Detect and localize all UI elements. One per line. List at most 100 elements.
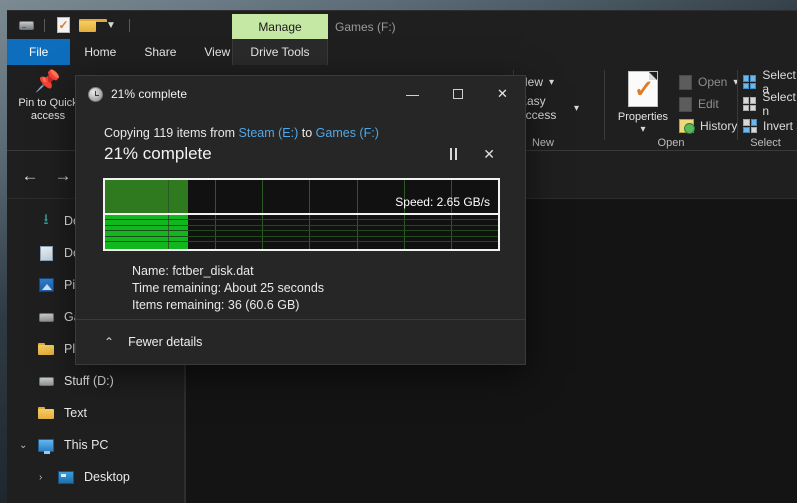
history-button[interactable]: History xyxy=(679,115,738,137)
chevron-down-icon: ▾ xyxy=(640,124,646,135)
detail-time-key: Time remaining: xyxy=(132,281,222,295)
ribbon-divider-open xyxy=(604,70,605,140)
folder-icon xyxy=(37,405,55,421)
open-icon xyxy=(679,74,692,90)
sidebar-item-text[interactable]: Text xyxy=(7,397,184,429)
ribbon-group-open: Properties ▾ Open ▾ Edit Histo xyxy=(607,65,738,151)
maximize-button[interactable] xyxy=(435,76,480,112)
copy-prefix: Copying 119 items from xyxy=(104,126,239,140)
ribbon-group-select: Select a Select n Invert s Select xyxy=(743,65,797,151)
select-none-icon xyxy=(743,97,757,111)
speed-graph-top: Speed: 2.65 GB/s xyxy=(105,180,498,215)
cancel-icon[interactable]: ✕ xyxy=(483,146,495,163)
properties-icon xyxy=(628,71,658,107)
speed-graph-bottom xyxy=(105,214,498,249)
sidebar-item-stuff-d[interactable]: Stuff (D:) xyxy=(7,365,184,397)
sidebar-item-desktop[interactable]: › Desktop xyxy=(7,461,184,493)
tab-drive-tools[interactable]: Drive Tools xyxy=(232,39,328,65)
folder-icon xyxy=(37,341,55,357)
ribbon-group-new: New ▾ Easy access ▾ New xyxy=(519,65,579,151)
invert-selection-button[interactable]: Invert s xyxy=(743,115,797,137)
back-button[interactable]: ← xyxy=(19,165,41,187)
sidebar-item-this-pc[interactable]: ⌄ This PC xyxy=(7,429,184,461)
dialog-title: 21% complete xyxy=(111,87,188,101)
detail-time-row: Time remaining: About 25 seconds xyxy=(132,280,503,297)
tab-share[interactable]: Share xyxy=(130,39,190,65)
copy-middle: to xyxy=(298,126,316,140)
chevron-down-icon[interactable]: ⌄ xyxy=(19,440,27,451)
detail-name-row: Name: fctber_disk.dat xyxy=(132,263,503,280)
edit-button[interactable]: Edit xyxy=(679,93,738,115)
transfer-details: Name: fctber_disk.dat Time remaining: Ab… xyxy=(104,251,503,314)
detail-items-row: Items remaining: 36 (60.6 GB) xyxy=(132,297,503,314)
open-button[interactable]: Open ▾ xyxy=(679,71,738,93)
chevron-up-icon: ⌃ xyxy=(104,335,115,349)
pictures-icon xyxy=(37,277,55,293)
source-link[interactable]: Steam (E:) xyxy=(239,126,299,140)
this-pc-icon xyxy=(37,437,55,454)
documents-icon xyxy=(37,245,55,261)
detail-time-value: About 25 seconds xyxy=(223,281,325,295)
forward-button[interactable]: → xyxy=(52,165,74,187)
select-none-label: Select n xyxy=(762,90,796,118)
detail-name-value: fctber_disk.dat xyxy=(172,264,254,278)
sidebar-item-label: Desktop xyxy=(84,470,130,484)
easy-access-button[interactable]: Easy access ▾ xyxy=(519,94,579,122)
pin-to-quick-access-button[interactable]: 📌 Pin to Quick access xyxy=(12,65,84,123)
tab-file[interactable]: File xyxy=(7,39,71,65)
easy-access-label: Easy access xyxy=(519,94,557,122)
close-button[interactable]: ✕ xyxy=(480,76,525,112)
fewer-details-label: Fewer details xyxy=(128,335,203,349)
drive-icon xyxy=(37,373,55,389)
sidebar-item-label: Text xyxy=(64,406,87,420)
tab-home[interactable]: Home xyxy=(70,39,130,65)
ribbon-tab-strip: File Home Share View Drive Tools xyxy=(7,39,797,65)
transfer-controls: ✕ xyxy=(450,146,503,163)
dialog-title-bar: 21% complete — ✕ xyxy=(76,76,525,112)
ribbon-group-label-open: Open xyxy=(657,137,685,149)
pin-label-line1: Pin to Quick xyxy=(18,97,78,109)
edit-label: Edit xyxy=(698,97,719,111)
new-button[interactable]: New ▾ xyxy=(519,71,579,93)
dialog-body: Copying 119 items from Steam (E:) to Gam… xyxy=(76,112,525,314)
percent-row: 21% complete ✕ xyxy=(104,144,503,164)
chevron-down-icon: ▾ xyxy=(573,102,579,114)
detail-items-value: 36 (60.6 GB) xyxy=(227,298,300,312)
pin-icon: 📌 xyxy=(34,70,62,93)
ribbon-group-label-select: Select xyxy=(750,137,781,149)
invert-selection-label: Invert s xyxy=(763,119,797,133)
properties-button[interactable]: Properties ▾ xyxy=(607,65,679,135)
chevron-down-icon: ▾ xyxy=(549,76,555,88)
speed-label: Speed: 2.65 GB/s xyxy=(395,194,490,209)
detail-items-key: Items remaining: xyxy=(132,298,225,312)
desktop-icon xyxy=(57,469,75,485)
ribbon-divider-select xyxy=(737,70,738,140)
dialog-caption-buttons: — ✕ xyxy=(390,76,525,112)
percent-complete-label: 21% complete xyxy=(104,144,212,163)
screen: ▼ Manage Games (F:) File Home Share View… xyxy=(0,0,797,503)
pin-label-line2: access xyxy=(30,110,66,122)
pause-icon[interactable] xyxy=(450,148,458,160)
window-title: Games (F:) xyxy=(335,19,396,34)
copy-description: Copying 119 items from Steam (E:) to Gam… xyxy=(104,126,503,140)
chevron-right-icon[interactable]: › xyxy=(39,472,42,483)
properties-label: Properties xyxy=(617,111,669,123)
select-none-button[interactable]: Select n xyxy=(743,90,797,118)
destination-link[interactable]: Games (F:) xyxy=(316,126,379,140)
copy-progress-dialog: 21% complete — ✕ Copying 119 items from … xyxy=(76,76,525,364)
downloads-icon: ⭳ xyxy=(43,210,49,228)
contextual-tab-manage[interactable]: Manage xyxy=(232,14,328,39)
speed-graph: Speed: 2.65 GB/s xyxy=(103,178,500,251)
fewer-details-toggle[interactable]: ⌃ Fewer details xyxy=(76,319,525,364)
clock-icon xyxy=(88,86,103,102)
drive-icon xyxy=(37,309,55,325)
minimize-button[interactable]: — xyxy=(390,76,435,112)
title-bar: Manage Games (F:) xyxy=(7,11,797,39)
open-label: Open xyxy=(698,75,728,89)
sidebar-item-label: This PC xyxy=(64,438,109,452)
detail-name-key: Name: xyxy=(132,264,169,278)
history-label: History xyxy=(700,119,738,133)
speed-graph-top-fill xyxy=(105,180,188,213)
maximize-box-icon xyxy=(452,89,463,99)
invert-selection-icon xyxy=(743,119,757,133)
